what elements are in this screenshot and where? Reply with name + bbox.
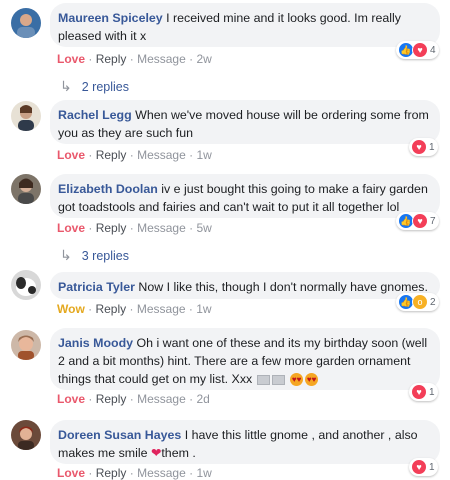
avatar[interactable] <box>11 174 41 204</box>
comment-author[interactable]: Janis Moody <box>58 336 133 350</box>
comment-bubble: Maureen Spiceley I received mine and it … <box>50 3 440 47</box>
avatar-image <box>11 8 41 38</box>
comment-timestamp[interactable]: 2w <box>196 52 211 66</box>
reply-arrow-icon: ↳ <box>60 78 72 94</box>
wow-reaction-link[interactable]: Wow <box>57 302 85 316</box>
message-link[interactable]: Message <box>137 221 186 235</box>
message-link[interactable]: Message <box>137 302 186 316</box>
reaction-count-badge[interactable]: ♥ 1 <box>409 458 438 476</box>
avatar[interactable] <box>11 420 41 450</box>
avatar-image <box>11 330 41 360</box>
comment-actions: Love · Reply · Message · 2w <box>57 52 212 66</box>
reply-link[interactable]: Reply <box>96 148 127 162</box>
heart-icon: ♥ <box>411 139 427 155</box>
comment-text: them . <box>161 446 196 460</box>
reaction-count: 4 <box>430 44 436 56</box>
comment-author[interactable]: Elizabeth Doolan <box>58 182 158 196</box>
comment-bubble: Janis Moody Oh i want one of these and i… <box>50 328 440 390</box>
view-replies-link[interactable]: ↳ 3 replies <box>60 247 129 264</box>
love-reaction-link[interactable]: Love <box>57 148 85 162</box>
love-reaction-link[interactable]: Love <box>57 221 85 235</box>
comment-author[interactable]: Rachel Legg <box>58 108 132 122</box>
reaction-count: 1 <box>429 141 435 153</box>
comment-bubble: Rachel Legg When we've moved house will … <box>50 100 440 144</box>
message-link[interactable]: Message <box>137 466 186 480</box>
comment-actions: Love · Reply · Message · 2d <box>57 392 210 406</box>
avatar[interactable] <box>11 8 41 38</box>
comment-author[interactable]: Patricia Tyler <box>58 280 135 294</box>
comment-author[interactable]: Doreen Susan Hayes <box>58 428 181 442</box>
avatar-image <box>11 101 41 131</box>
comment-timestamp[interactable]: 1w <box>196 466 211 480</box>
heart-eyes-emoji-icon: ♥♥ <box>290 373 304 387</box>
avatar[interactable] <box>11 270 41 300</box>
message-link[interactable]: Message <box>137 392 186 406</box>
reply-link[interactable]: Reply <box>96 466 127 480</box>
wow-face-icon: o <box>412 294 428 310</box>
view-replies-link[interactable]: ↳ 2 replies <box>60 78 129 95</box>
love-reaction-link[interactable]: Love <box>57 466 85 480</box>
reaction-count-badge[interactable]: 👍 ♥ 4 <box>396 41 439 59</box>
comment-actions: Love · Reply · Message · 1w <box>57 148 212 162</box>
reaction-count-badge[interactable]: 👍 ♥ 7 <box>396 212 439 230</box>
reply-arrow-icon: ↳ <box>60 247 72 263</box>
reaction-count-badge[interactable]: ♥ 1 <box>409 138 438 156</box>
heart-icon: ♥ <box>411 384 427 400</box>
comment-bubble: Elizabeth Doolan iv e just bought this g… <box>50 174 440 218</box>
comment-timestamp[interactable]: 1w <box>196 148 211 162</box>
comment-actions: Love · Reply · Message · 5w <box>57 221 212 235</box>
heart-icon: ♥ <box>412 42 428 58</box>
comment-timestamp[interactable]: 1w <box>196 302 211 316</box>
comment-actions: Wow · Reply · Message · 1w <box>57 302 212 316</box>
avatar-image <box>11 420 41 450</box>
comment-text: Now I like this, though I don't normally… <box>138 280 428 294</box>
replies-count[interactable]: 2 replies <box>82 80 129 94</box>
reaction-count: 1 <box>429 386 435 398</box>
love-reaction-link[interactable]: Love <box>57 392 85 406</box>
avatar[interactable] <box>11 101 41 131</box>
heart-icon: ♥ <box>411 459 427 475</box>
heart-emoji-icon: ❤ <box>150 446 162 460</box>
comment-timestamp[interactable]: 2d <box>196 392 209 406</box>
message-link[interactable]: Message <box>137 148 186 162</box>
comment-timestamp[interactable]: 5w <box>196 221 211 235</box>
reaction-count: 7 <box>430 215 436 227</box>
avatar-image <box>11 174 41 204</box>
love-reaction-link[interactable]: Love <box>57 52 85 66</box>
reply-link[interactable]: Reply <box>96 221 127 235</box>
heart-eyes-emoji-icon: ♥♥ <box>305 373 319 387</box>
replies-count[interactable]: 3 replies <box>82 249 129 263</box>
reaction-count: 2 <box>430 296 436 308</box>
emoji-image-icon <box>256 374 270 385</box>
message-link[interactable]: Message <box>137 52 186 66</box>
heart-icon: ♥ <box>412 213 428 229</box>
comment-actions: Love · Reply · Message · 1w <box>57 466 212 480</box>
reaction-count: 1 <box>429 461 435 473</box>
comment-author[interactable]: Maureen Spiceley <box>58 11 163 25</box>
emoji-image-icon <box>271 374 285 385</box>
reaction-count-badge[interactable]: ♥ 1 <box>409 383 438 401</box>
avatar[interactable] <box>11 330 41 360</box>
reply-link[interactable]: Reply <box>96 52 127 66</box>
comment-bubble: Patricia Tyler Now I like this, though I… <box>50 272 440 299</box>
reply-link[interactable]: Reply <box>96 392 127 406</box>
reaction-count-badge[interactable]: 👍 o 2 <box>396 293 439 311</box>
reply-link[interactable]: Reply <box>95 302 126 316</box>
comment-bubble: Doreen Susan Hayes I have this little gn… <box>50 420 440 464</box>
avatar-image <box>11 270 41 300</box>
